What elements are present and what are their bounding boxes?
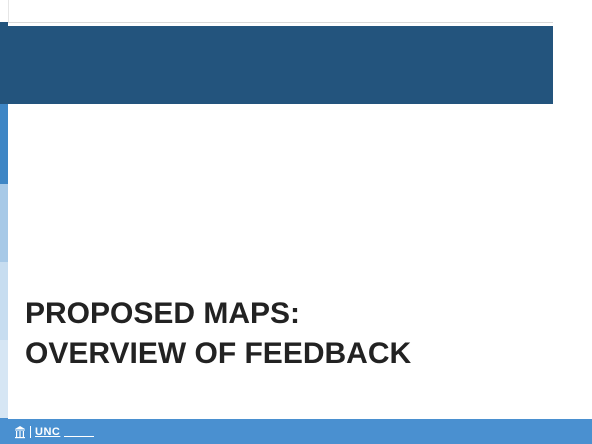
strip-segment — [0, 262, 8, 340]
logo-underline — [64, 436, 95, 437]
strip-segment — [0, 340, 8, 418]
strip-segment — [0, 104, 8, 184]
unc-logo-text: UNC — [35, 426, 61, 438]
title-line-2: OVERVIEW OF FEEDBACK — [25, 337, 412, 370]
slide-title[interactable]: PROPOSED MAPS: OVERVIEW OF FEEDBACK — [25, 294, 565, 374]
title-banner — [8, 26, 553, 104]
strip-segment — [0, 0, 9, 22]
left-accent-strip — [0, 0, 9, 444]
logo-divider — [30, 426, 31, 438]
slide: PROPOSED MAPS: OVERVIEW OF FEEDBACK UNC — [0, 0, 592, 444]
footer-logo: UNC — [14, 424, 95, 440]
strip-segment — [0, 184, 8, 262]
old-well-icon — [15, 426, 25, 439]
strip-segment — [0, 22, 8, 104]
title-line-1: PROPOSED MAPS: — [25, 297, 301, 330]
top-divider — [8, 22, 553, 23]
